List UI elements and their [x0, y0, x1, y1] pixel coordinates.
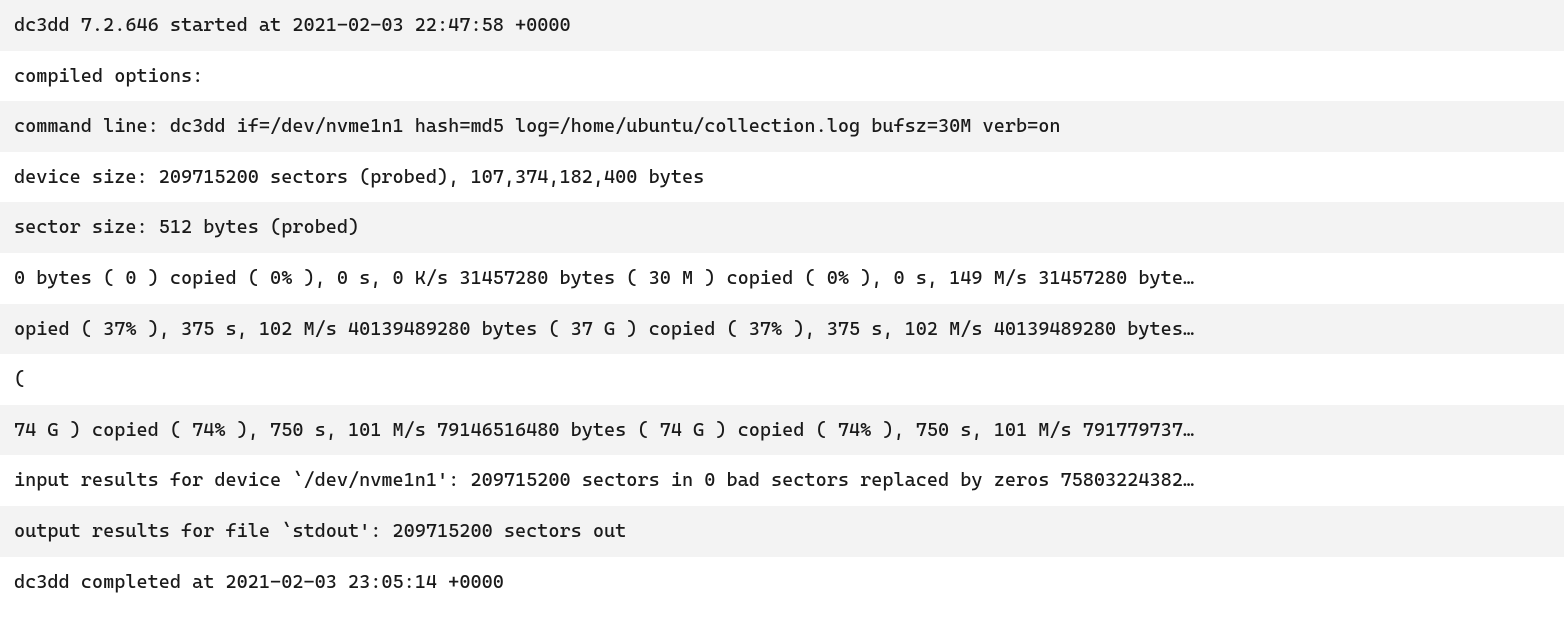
terminal-line: command line: dc3dd if=/dev/nvme1n1 hash… [0, 101, 1564, 152]
terminal-line: device size: 209715200 sectors (probed),… [0, 152, 1564, 203]
terminal-line: 74 G ) copied ( 74% ), 750 s, 101 M/s 79… [0, 405, 1564, 456]
terminal-line: ( [0, 354, 1564, 405]
terminal-line: compiled options: [0, 51, 1564, 102]
terminal-line: output results for file `stdout': 209715… [0, 506, 1564, 557]
terminal-line: 0 bytes ( 0 ) copied ( 0% ), 0 s, 0 K/s … [0, 253, 1564, 304]
terminal-line: dc3dd 7.2.646 started at 2021-02-03 22:4… [0, 0, 1564, 51]
terminal-line: sector size: 512 bytes (probed) [0, 202, 1564, 253]
terminal-line: input results for device `/dev/nvme1n1':… [0, 455, 1564, 506]
terminal-line: opied ( 37% ), 375 s, 102 M/s 4013948928… [0, 304, 1564, 355]
terminal-output: dc3dd 7.2.646 started at 2021-02-03 22:4… [0, 0, 1564, 607]
terminal-line: dc3dd completed at 2021-02-03 23:05:14 +… [0, 557, 1564, 608]
